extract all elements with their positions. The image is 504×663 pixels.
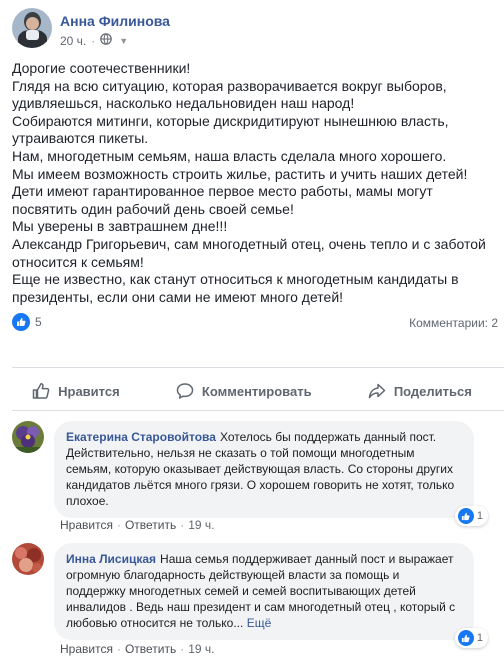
comment-item: Инна Лисицкая Наша семья поддерживает дан… bbox=[12, 543, 500, 648]
post-author-name[interactable]: Анна Филинова bbox=[60, 12, 170, 30]
post-paragraph: Глядя на всю ситуацию, которая разворачи… bbox=[12, 77, 447, 112]
comment-actions: Нравится · Ответить · 19 ч. bbox=[60, 642, 215, 656]
comment-like-count: 1 bbox=[476, 632, 483, 644]
separator-dot: · bbox=[116, 642, 121, 656]
separator-dot: · bbox=[180, 518, 185, 532]
comment-button[interactable]: Комментировать bbox=[170, 377, 318, 405]
comment-bubble: Инна Лисицкая Наша семья поддерживает дан… bbox=[54, 543, 488, 648]
post-body: Дорогие соотечественники! Глядя на всю с… bbox=[12, 60, 496, 306]
reaction-summary[interactable]: 5 bbox=[12, 313, 42, 331]
comment-button-label: Комментировать bbox=[201, 383, 312, 399]
post-paragraph: Дети имеют гарантированное первое место … bbox=[12, 183, 433, 217]
separator-dot: · bbox=[116, 518, 121, 532]
commenter-name[interactable]: Екатерина Старовойтова bbox=[66, 430, 216, 444]
author-avatar[interactable] bbox=[12, 8, 52, 48]
post-paragraph: Дорогие соотечественники! bbox=[12, 60, 191, 76]
comment-like-count: 1 bbox=[476, 510, 483, 522]
post-paragraph: Нам, многодетным семьям, наша власть сде… bbox=[12, 147, 447, 164]
globe-icon bbox=[100, 33, 113, 49]
post-paragraph: Мы уверены в завтрашнем дне!!! bbox=[12, 218, 228, 235]
comment-actions: Нравится · Ответить · 19 ч. bbox=[60, 518, 215, 532]
thumbs-up-outline-icon bbox=[32, 382, 50, 400]
post-header-text: Анна Филинова 20 ч. · ▼ bbox=[60, 8, 170, 49]
comment-bubble: Екатерина Старовойтова Хотелось бы поддер… bbox=[54, 421, 488, 526]
see-more-link[interactable]: Ещё bbox=[247, 616, 272, 630]
thumbs-up-icon bbox=[457, 508, 474, 524]
comment-timestamp[interactable]: 19 ч. bbox=[188, 518, 214, 532]
comment-item: Екатерина Старовойтова Хотелось бы поддер… bbox=[12, 421, 500, 526]
comment-reply-link[interactable]: Ответить bbox=[125, 642, 176, 656]
commenter-avatar[interactable] bbox=[12, 543, 44, 575]
meta-separator: · bbox=[91, 34, 96, 48]
post-paragraph: Мы имеем возможность строить жилье, раст… bbox=[12, 165, 468, 182]
comment-reply-link[interactable]: Ответить bbox=[125, 518, 176, 532]
post-paragraph: Александр Григорьевич, сам многодетный о… bbox=[12, 235, 486, 270]
divider bbox=[12, 367, 504, 368]
reaction-count: 5 bbox=[35, 315, 42, 329]
post-actions-bar: Нравится Комментировать Поделиться bbox=[0, 377, 504, 405]
like-button-label: Нравится bbox=[58, 383, 120, 399]
comment-reaction-count[interactable]: 1 bbox=[454, 506, 488, 526]
thumbs-up-icon bbox=[457, 630, 474, 646]
like-button[interactable]: Нравится bbox=[26, 377, 126, 405]
share-arrow-icon bbox=[368, 382, 386, 400]
comments-count-link[interactable]: Комментарии: 2 bbox=[409, 316, 498, 330]
divider bbox=[12, 410, 504, 411]
separator-dot: · bbox=[180, 642, 185, 656]
chevron-down-icon[interactable]: ▼ bbox=[119, 33, 128, 49]
commenter-name[interactable]: Инна Лисицкая bbox=[66, 552, 156, 566]
comment-reaction-count[interactable]: 1 bbox=[454, 628, 488, 648]
commenter-avatar[interactable] bbox=[12, 421, 44, 453]
share-button[interactable]: Поделиться bbox=[362, 377, 478, 405]
post-header: Анна Филинова 20 ч. · ▼ bbox=[12, 8, 170, 49]
thumbs-up-icon bbox=[12, 313, 30, 331]
speech-bubble-icon bbox=[176, 382, 194, 400]
post-meta: 20 ч. · ▼ bbox=[60, 33, 170, 49]
share-button-label: Поделиться bbox=[393, 383, 472, 399]
comment-like-link[interactable]: Нравится bbox=[60, 642, 113, 656]
comment-like-link[interactable]: Нравится bbox=[60, 518, 113, 532]
post-timestamp[interactable]: 20 ч. bbox=[60, 33, 86, 49]
post-paragraph: Еще не известно, как станут относиться к… bbox=[12, 271, 459, 305]
post-paragraph: Собираются митинги, которые дискридитиру… bbox=[12, 112, 449, 147]
comment-timestamp[interactable]: 19 ч. bbox=[188, 642, 214, 656]
